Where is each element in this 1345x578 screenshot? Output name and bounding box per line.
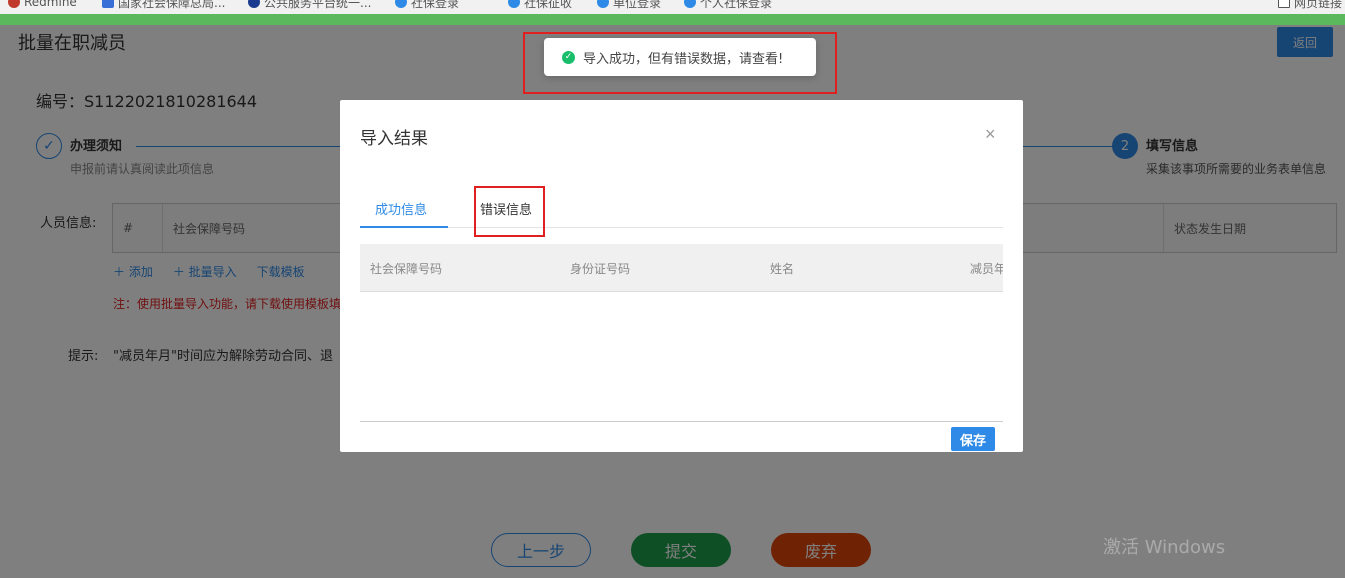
page-icon bbox=[1278, 0, 1290, 8]
highlight-box-error-tab bbox=[474, 186, 545, 237]
column-header-name: 姓名 bbox=[770, 261, 795, 276]
bookmark-item[interactable]: 社保征收 bbox=[508, 0, 572, 10]
table-body bbox=[360, 292, 1003, 421]
bookmark-icon bbox=[597, 0, 609, 8]
result-tabs: 成功信息 错误信息 bbox=[360, 188, 1003, 228]
windows-watermark: 激活 Windows bbox=[1103, 537, 1226, 558]
highlight-box-toast bbox=[523, 32, 837, 94]
column-header-id-number: 身份证号码 bbox=[570, 261, 631, 276]
result-table: 社会保障号码 身份证号码 姓名 减员年月 bbox=[360, 244, 1003, 422]
bookmark-icon bbox=[508, 0, 520, 8]
redmine-icon bbox=[8, 0, 20, 8]
bookmark-icon bbox=[684, 0, 696, 8]
bookmark-item[interactable]: 公共服务平台统一... bbox=[248, 0, 371, 10]
tab-success[interactable]: 成功信息 bbox=[375, 188, 427, 228]
bookmark-icon bbox=[395, 0, 407, 8]
bookmark-item[interactable]: 国家社会保障总局... bbox=[102, 0, 225, 10]
bookmark-bar: Redmine 国家社会保障总局... 公共服务平台统一... 社保登录 社保征… bbox=[0, 0, 1345, 14]
close-icon[interactable]: × bbox=[985, 124, 996, 144]
table-header: 社会保障号码 身份证号码 姓名 减员年月 bbox=[360, 244, 1003, 292]
active-tab-indicator bbox=[360, 226, 448, 228]
import-result-dialog: 导入结果 × 成功信息 错误信息 社会保障号码 身份证号码 姓名 减员年月 保存 bbox=[340, 100, 1023, 452]
column-header-ssn: 社会保障号码 bbox=[370, 261, 443, 276]
dialog-title: 导入结果 bbox=[360, 129, 428, 149]
column-header-reduce-month: 减员年月 bbox=[970, 261, 1003, 276]
bookmark-item[interactable]: 单位登录 bbox=[597, 0, 661, 10]
header-strip bbox=[0, 14, 1345, 25]
bookmark-icon bbox=[248, 0, 260, 8]
bookmark-item[interactable]: 社保登录 bbox=[395, 0, 459, 10]
save-button[interactable]: 保存 bbox=[951, 427, 995, 451]
bookmark-item[interactable]: 网页链接 bbox=[1278, 0, 1342, 10]
bookmark-item[interactable]: Redmine bbox=[8, 0, 77, 10]
bookmark-icon bbox=[102, 0, 114, 8]
bookmark-item[interactable]: 个人社保登录 bbox=[684, 0, 772, 10]
